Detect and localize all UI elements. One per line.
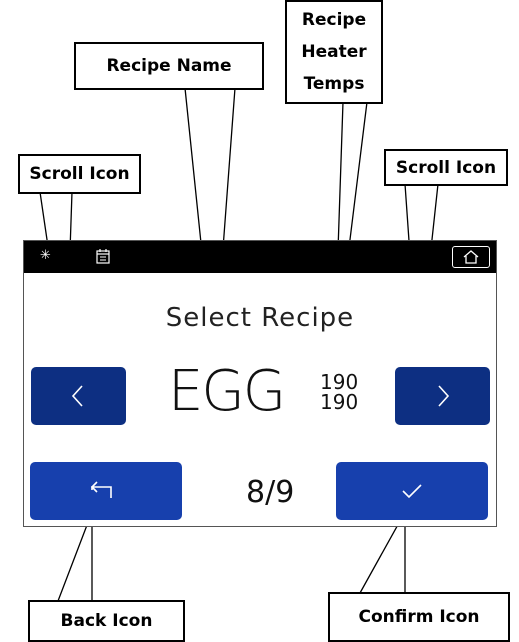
scroll-right-button[interactable] <box>395 367 490 425</box>
page-title: Select Recipe <box>165 303 355 333</box>
calendar-icon <box>96 249 110 264</box>
heater-temp-2: 190 <box>320 390 359 414</box>
device-screen: ✳ Select Recipe EGG 190 190 8/9 <box>23 240 497 527</box>
heater-temp-1: 190 <box>320 370 359 394</box>
callout-scroll-left: Scroll Icon <box>18 154 141 194</box>
sun-icon: ✳ <box>40 248 51 263</box>
checkmark-icon <box>402 484 422 499</box>
back-arrow-icon <box>90 481 112 498</box>
recipe-heater-temps: 190 190 <box>320 372 358 412</box>
home-button[interactable] <box>452 246 490 268</box>
scroll-left-button[interactable] <box>31 367 126 425</box>
page-indicator: 8/9 <box>246 475 295 510</box>
recipe-name: EGG <box>168 359 286 424</box>
callout-recipe-name: Recipe Name <box>74 42 264 90</box>
back-button[interactable] <box>30 462 182 520</box>
confirm-button[interactable] <box>336 462 488 520</box>
callout-scroll-right: Scroll Icon <box>384 149 508 186</box>
status-bar: ✳ <box>24 241 496 273</box>
callout-confirm-icon: Confirm Icon <box>328 592 510 642</box>
chevron-left-icon <box>71 385 83 407</box>
callout-recipe-heater-temps: Recipe Heater Temps <box>285 0 383 104</box>
home-icon <box>463 250 479 264</box>
callout-back-icon: Back Icon <box>28 600 185 642</box>
chevron-right-icon <box>438 385 450 407</box>
